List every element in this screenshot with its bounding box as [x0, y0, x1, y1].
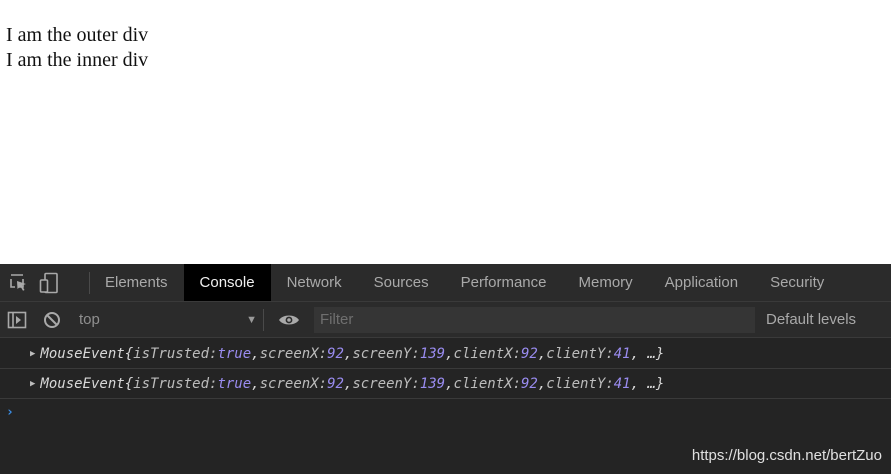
expand-triangle-icon[interactable]: ▶: [30, 379, 35, 389]
field-key: screenY: [352, 345, 412, 362]
tabbar-tools: [0, 264, 89, 301]
console-toolbar: top ▼ Default levels: [0, 302, 891, 338]
field-key: clientY: [546, 375, 606, 392]
console-prompt[interactable]: ›: [0, 399, 891, 425]
field-key: clientX: [453, 375, 513, 392]
field-value: true: [217, 345, 252, 362]
expand-triangle-icon[interactable]: ▶: [30, 349, 35, 359]
context-selector-value: top: [79, 311, 100, 328]
tab-console[interactable]: Console: [183, 264, 271, 301]
prompt-chevron-icon: ›: [6, 404, 14, 420]
eye-icon[interactable]: [278, 309, 300, 331]
outer-div-text: I am the outer div: [6, 24, 149, 46]
object-open-brace: {: [124, 375, 134, 392]
devtools-panel: Elements Console Network Sources Perform…: [0, 264, 891, 474]
tab-sources[interactable]: Sources: [358, 264, 445, 301]
field-key: screenY: [352, 375, 412, 392]
field-value: 92: [521, 345, 538, 362]
inspect-element-icon[interactable]: [8, 272, 30, 294]
field-value: 41: [613, 375, 631, 392]
dropdown-arrow-icon: ▼: [246, 313, 257, 326]
field-key: clientY: [546, 345, 606, 362]
device-toolbar-icon[interactable]: [38, 272, 60, 294]
tab-application[interactable]: Application: [649, 264, 754, 301]
field-value: 41: [613, 345, 631, 362]
object-close: , …}: [630, 375, 665, 392]
log-levels-dropdown[interactable]: Default levels: [766, 311, 856, 328]
field-value: 92: [327, 375, 344, 392]
page-content: I am the outer div I am the inner div: [0, 0, 891, 264]
field-value: 139: [419, 345, 446, 362]
watermark-text: https://blog.csdn.net/bertZuo: [691, 447, 882, 464]
field-value: 139: [419, 375, 446, 392]
object-type: MouseEvent: [40, 345, 125, 362]
field-key: clientX: [453, 345, 513, 362]
field-key: isTrusted: [133, 375, 210, 392]
sidebar-toggle-icon[interactable]: [6, 309, 28, 331]
clear-console-icon[interactable]: [41, 309, 63, 331]
console-message[interactable]: ▶ MouseEvent {isTrusted: true, screenX: 9…: [0, 339, 891, 369]
tab-elements[interactable]: Elements: [90, 264, 184, 301]
inner-div-text: I am the inner div: [6, 49, 149, 71]
field-value: 92: [327, 345, 344, 362]
field-key: screenX: [259, 375, 319, 392]
object-close: , …}: [630, 345, 665, 362]
field-key: screenX: [259, 345, 319, 362]
console-message[interactable]: ▶ MouseEvent {isTrusted: true, screenX: 9…: [0, 369, 891, 399]
field-value: true: [217, 375, 252, 392]
context-selector[interactable]: top ▼: [75, 306, 263, 334]
tab-memory[interactable]: Memory: [563, 264, 649, 301]
filter-input[interactable]: [314, 306, 755, 333]
devtools-tabbar: Elements Console Network Sources Perform…: [0, 264, 891, 302]
object-type: MouseEvent: [40, 375, 125, 392]
object-open-brace: {: [124, 345, 134, 362]
field-key: isTrusted: [133, 345, 210, 362]
toolbar-separator: [263, 308, 264, 331]
tab-network[interactable]: Network: [271, 264, 358, 301]
tab-performance[interactable]: Performance: [445, 264, 563, 301]
tab-security[interactable]: Security: [754, 264, 840, 301]
field-value: 92: [521, 375, 538, 392]
